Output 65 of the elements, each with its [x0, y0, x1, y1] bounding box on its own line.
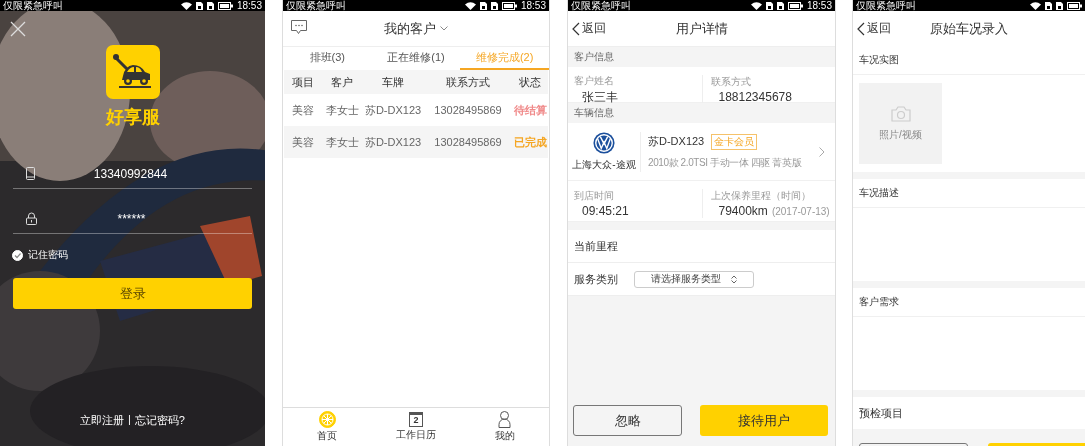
license-plate: 苏D-DX123: [648, 134, 705, 149]
forgot-password-link[interactable]: 忘记密码?: [134, 413, 185, 428]
login-button[interactable]: 登录: [13, 278, 252, 309]
carrier-text: 仅限紧急呼叫: [3, 0, 63, 11]
app-name: 好享服: [105, 106, 160, 129]
table-cell-text: 苏D-DX123: [363, 102, 423, 118]
receive-button[interactable]: 接待用户: [700, 405, 828, 436]
table-cell-text: 苏D-DX123: [363, 134, 423, 150]
remember-password-label: 记住密码: [28, 248, 68, 262]
field-label: 当前里程: [574, 238, 618, 254]
carrier-text: 仅限紧急呼叫: [571, 0, 631, 11]
clock-text: 18:53: [806, 0, 832, 11]
column-header: 联系方式: [445, 74, 491, 90]
screen-title: 原始车况录入: [930, 19, 1008, 38]
field-label: 预检项目: [859, 405, 903, 421]
section-title: 车况描述: [859, 186, 899, 200]
nav-item[interactable]: 我的: [460, 408, 549, 446]
back-button[interactable]: 返回: [572, 20, 606, 37]
vehicle-spec: 2010款 2.0TSI 手动一体 四驱 菁英版: [648, 155, 803, 170]
table-cell-text: 13028495869: [433, 136, 503, 148]
date-note: (2017-07-13): [771, 206, 830, 217]
field-label: 客户姓名: [574, 73, 615, 88]
clock-text: 18:53: [236, 0, 262, 11]
table-cell-text: 美容: [291, 102, 315, 118]
table-cell-text: 13028495869: [433, 104, 503, 116]
phone-field[interactable]: 13340992844: [13, 159, 252, 189]
password-field[interactable]: ******: [13, 204, 252, 234]
calendar-icon: 2: [409, 412, 423, 427]
ignore-button[interactable]: 忽略: [573, 405, 682, 436]
member-badge: 金卡会员: [711, 133, 758, 150]
status-text: 已完成: [512, 134, 548, 150]
vehicle-model: 上海大众-途观: [572, 157, 636, 172]
screen-title: 我的客户: [384, 19, 436, 38]
section-header: 客户信息: [568, 47, 835, 67]
column-header: 车牌: [381, 74, 405, 90]
status-text: 待结算: [512, 102, 548, 118]
table-cell-text: 李女士: [324, 102, 360, 118]
field-value: 18812345678: [717, 90, 793, 104]
nav-item[interactable]: 2 工作日历: [371, 408, 461, 446]
carrier-text: 仅限紧急呼叫: [286, 0, 346, 11]
field-label: 联系方式: [710, 75, 752, 89]
screen-title: 用户详情: [675, 19, 728, 38]
field-value: 张三丰: [581, 88, 619, 106]
field-label: 到店时间: [574, 189, 615, 203]
register-link[interactable]: 立即注册: [80, 413, 124, 428]
field-label: 上次保养里程（时间）: [710, 189, 812, 203]
section-header: 车辆信息: [568, 103, 835, 123]
link-separator: |: [128, 413, 131, 427]
clock-text: 18:53: [520, 0, 546, 11]
field-value: 09:45:21: [582, 204, 629, 218]
table-cell-text: 李女士: [324, 134, 360, 150]
tab[interactable]: 正在维修(1): [371, 47, 461, 70]
section-title: 客户需求: [859, 295, 899, 309]
carrier-text: 仅限紧急呼叫: [856, 0, 916, 11]
table-cell-text: 美容: [291, 134, 315, 150]
field-value: 79400km: [718, 204, 768, 218]
nav-item[interactable]: 首页: [283, 408, 372, 446]
column-header: 项目: [291, 74, 315, 90]
back-button[interactable]: 返回: [857, 20, 891, 37]
column-header: 状态: [518, 74, 542, 90]
tab[interactable]: 排班(3): [283, 47, 372, 70]
column-header: 客户: [330, 74, 354, 90]
service-type-select[interactable]: 请选择服务类型: [634, 270, 754, 288]
field-label: 服务类别: [574, 271, 618, 287]
section-title: 车况实图: [859, 53, 899, 67]
